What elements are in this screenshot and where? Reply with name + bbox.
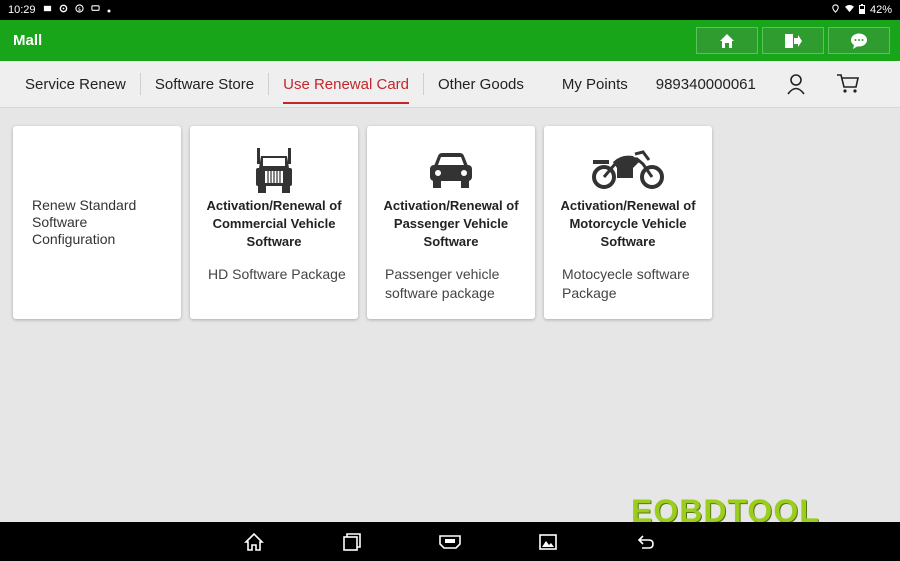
page-title: Mall <box>13 32 43 49</box>
motorcycle-icon <box>592 150 664 189</box>
home-icon <box>244 532 264 551</box>
message-icon <box>90 4 100 16</box>
user-button[interactable] <box>786 73 806 95</box>
card-motorcycle[interactable]: Activation/Renewal of Motorcycle Vehicle… <box>544 126 712 319</box>
tab-use-renewal-card[interactable]: Use Renewal Card <box>269 73 424 104</box>
my-points-link[interactable]: My Points <box>562 76 628 93</box>
status-time: 10:29 <box>8 4 36 16</box>
tab-service-renew[interactable]: Service Renew <box>0 73 141 95</box>
home-icon <box>720 33 734 48</box>
user-icon <box>787 74 805 95</box>
card-description: HD Software Package <box>208 266 346 282</box>
navigation-bar <box>0 522 900 561</box>
card-renew-standard-software[interactable]: Renew Standard Software Configuration <box>13 126 181 319</box>
card-description: Motocyecle software Package <box>562 266 690 301</box>
nav-vci-button[interactable] <box>437 529 463 555</box>
card-description: Passenger vehicle software package <box>385 266 500 301</box>
card-title: Activation/Renewal of Passenger Vehicle … <box>383 198 519 249</box>
location-icon <box>831 4 840 16</box>
chat-button[interactable] <box>828 27 890 54</box>
tab-software-store[interactable]: Software Store <box>141 73 270 95</box>
exit-button[interactable] <box>762 27 824 54</box>
wifi-icon <box>844 4 854 16</box>
card-passenger-vehicle[interactable]: Activation/Renewal of Passenger Vehicle … <box>367 126 535 319</box>
car-icon <box>430 153 472 188</box>
status-bar: 10:29 $ 42% <box>0 0 900 20</box>
home-button[interactable] <box>696 27 758 54</box>
settings-icon <box>59 4 68 16</box>
nav-recents-button[interactable] <box>339 529 365 555</box>
image-icon <box>539 533 557 550</box>
exit-icon <box>785 33 802 48</box>
card-grid: Renew Standard Software Configuration Ac… <box>13 126 712 319</box>
nav-home-button[interactable] <box>241 529 267 555</box>
vci-icon <box>439 534 461 549</box>
account-number: 989340000061 <box>655 75 756 93</box>
back-icon <box>637 534 654 549</box>
notification-icon <box>43 4 52 16</box>
battery-level: 42% <box>869 4 892 16</box>
battery-icon <box>858 3 865 17</box>
app-bar: Mall <box>0 20 900 61</box>
card-title: Activation/Renewal of Commercial Vehicle… <box>206 198 342 249</box>
sync-icon: $ <box>74 4 84 16</box>
chat-icon <box>851 33 867 49</box>
card-title: Activation/Renewal of Motorcycle Vehicle… <box>560 198 696 249</box>
cart-icon <box>836 74 859 93</box>
tab-bar: Service Renew Software Store Use Renewal… <box>0 61 900 108</box>
card-title: Renew Standard Software Configuration <box>32 197 137 247</box>
nav-screenshot-button[interactable] <box>535 529 561 555</box>
truck-icon <box>256 148 292 193</box>
nav-back-button[interactable] <box>633 529 659 555</box>
recents-icon <box>343 532 361 551</box>
cart-button[interactable] <box>836 73 860 95</box>
card-commercial-vehicle[interactable]: Activation/Renewal of Commercial Vehicle… <box>190 126 358 319</box>
dot-icon <box>107 4 111 16</box>
tab-other-goods[interactable]: Other Goods <box>424 73 538 95</box>
svg-text:$: $ <box>77 7 80 13</box>
